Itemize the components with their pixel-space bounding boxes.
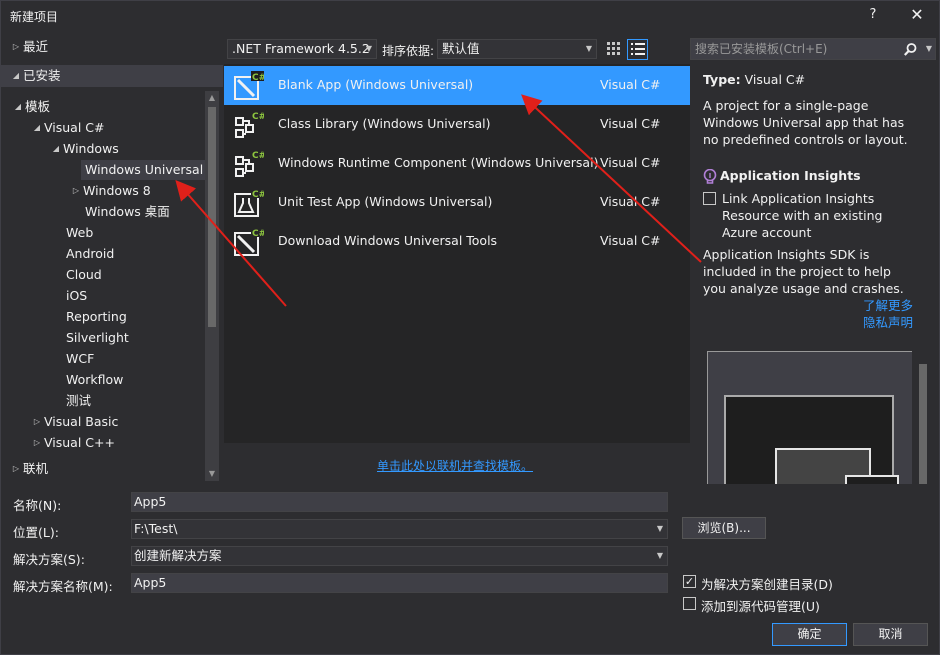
unit-test-icon: C# xyxy=(234,188,264,217)
ai-header: Application Insights xyxy=(703,167,861,185)
location-label: 位置(L): xyxy=(13,525,59,540)
template-tree: ▷ 最近 ◢ 已安装 ◢ 模板 ◢ Visual C# ◢ Windows Windows… xyxy=(1,33,223,485)
template-row-class-library[interactable]: C# Class Library (Windows Universal) Vis… xyxy=(224,105,690,144)
create-dir-label: 为解决方案创建目录(D) xyxy=(701,577,833,592)
sort-dropdown[interactable]: 默认值 ▼ xyxy=(437,39,597,59)
tree-item-templates[interactable]: ◢ 模板 xyxy=(11,97,50,117)
tree-item-windows8[interactable]: ▷ Windows 8 xyxy=(69,181,151,201)
tree-item-windows[interactable]: ◢ Windows xyxy=(49,139,119,159)
expand-arrow-icon: ▷ xyxy=(12,42,20,51)
tree-item-visual-basic[interactable]: ▷ Visual Basic xyxy=(30,412,118,432)
chevron-down-icon: ▼ xyxy=(585,44,592,53)
chevron-down-icon: ▼ xyxy=(365,44,372,53)
help-button[interactable]: ? xyxy=(859,4,887,26)
tree-item-silverlight[interactable]: Silverlight xyxy=(66,328,129,348)
lightbulb-icon xyxy=(703,168,717,184)
collapse-arrow-icon: ◢ xyxy=(14,102,22,111)
expand-arrow-icon: ▷ xyxy=(33,438,41,447)
expand-arrow-icon: ▷ xyxy=(12,464,20,473)
svg-text:C#: C# xyxy=(252,73,264,83)
name-label: 名称(N): xyxy=(13,498,62,513)
cancel-button[interactable]: 取消 xyxy=(853,623,928,646)
blank-app-icon: C# xyxy=(234,71,264,100)
dialog-title: 新建项目 xyxy=(10,10,59,24)
details-scrollbar[interactable] xyxy=(917,64,929,485)
grid-view-icon xyxy=(607,42,620,55)
title-bar: 新建项目 ? ✕ xyxy=(1,1,939,31)
tree-item-reporting[interactable]: Reporting xyxy=(66,307,127,327)
expand-arrow-icon: ▷ xyxy=(33,417,41,426)
template-row-unit-test[interactable]: C# Unit Test App (Windows Universal) Vis… xyxy=(224,183,690,222)
collapse-arrow-icon: ◢ xyxy=(52,144,60,153)
scroll-down-icon[interactable]: ▼ xyxy=(207,469,217,479)
ai-sdk-text: Application Insights SDK is included in … xyxy=(703,247,904,296)
download-tools-icon: C# xyxy=(234,227,264,256)
search-icon[interactable] xyxy=(904,40,917,63)
create-dir-checkbox[interactable]: ✓ xyxy=(683,575,696,588)
privacy-link[interactable]: 隐私声明 xyxy=(863,314,913,331)
small-icons-view-button[interactable] xyxy=(604,39,624,59)
tree-item-cloud[interactable]: Cloud xyxy=(66,265,102,285)
tree-scrollbar[interactable]: ▲ ▼ xyxy=(205,91,219,481)
details-scroll-thumb[interactable] xyxy=(919,364,927,484)
tree-item-wcf[interactable]: WCF xyxy=(66,349,94,369)
search-input[interactable]: 搜索已安装模板(Ctrl+E) ▼ xyxy=(690,38,936,60)
link-ai-checkbox[interactable] xyxy=(703,192,716,205)
template-preview xyxy=(707,351,912,484)
template-description: A project for a single-page Windows Univ… xyxy=(703,98,908,147)
chevron-down-icon: ▼ xyxy=(656,551,663,560)
name-input[interactable]: App5 xyxy=(131,492,668,512)
type-line: Type: Visual C# xyxy=(703,72,806,87)
tree-item-online[interactable]: ▷ 联机 xyxy=(9,459,48,479)
sort-label: 排序依据: xyxy=(382,44,435,58)
chevron-down-icon[interactable]: ▼ xyxy=(926,39,932,59)
template-row-download-tools[interactable]: C# Download Windows Universal Tools Visu… xyxy=(224,222,690,261)
preview-image xyxy=(724,395,899,484)
runtime-component-icon: C# xyxy=(235,149,264,177)
template-row-runtime-component[interactable]: C# Windows Runtime Component (Windows Un… xyxy=(224,144,690,183)
svg-text:C#: C# xyxy=(252,112,264,122)
tree-item-ios[interactable]: iOS xyxy=(66,286,87,306)
tree-item-windows-desktop[interactable]: Windows 桌面 xyxy=(85,202,170,222)
chevron-down-icon: ▼ xyxy=(656,524,663,533)
link-ai-label: Link Application Insights Resource with … xyxy=(722,191,883,240)
svg-text:C#: C# xyxy=(252,151,264,161)
new-project-dialog: 新建项目 ? ✕ ▷ 最近 ◢ 已安装 ◢ 模板 ◢ Visual C# ◢ Window… xyxy=(0,0,940,655)
expand-arrow-icon: ▷ xyxy=(72,186,80,195)
tree-item-web[interactable]: Web xyxy=(66,223,93,243)
collapse-arrow-icon: ◢ xyxy=(33,123,41,132)
browse-button[interactable]: 浏览(B)... xyxy=(682,517,766,539)
tree-item-installed[interactable]: ◢ 已安装 xyxy=(1,65,223,87)
location-dropdown[interactable]: F:\Test\ ▼ xyxy=(131,519,668,539)
tree-item-windows-universal[interactable]: Windows Universal xyxy=(81,160,208,180)
tree-item-visual-csharp[interactable]: ◢ Visual C# xyxy=(30,118,105,138)
class-library-icon: C# xyxy=(235,110,264,138)
solution-name-label: 解决方案名称(M): xyxy=(13,579,113,594)
template-row-blank-app[interactable]: C# Blank App (Windows Universal) Visual … xyxy=(224,66,690,105)
tree-item-test[interactable]: 测试 xyxy=(66,391,91,411)
source-control-checkbox[interactable] xyxy=(683,597,696,610)
tree-item-android[interactable]: Android xyxy=(66,244,114,264)
online-templates-link[interactable]: 单击此处以联机并查找模板。 xyxy=(377,457,533,474)
svg-text:C#: C# xyxy=(252,229,264,239)
tree-item-recent[interactable]: ▷ 最近 xyxy=(9,37,48,57)
solution-label: 解决方案(S): xyxy=(13,552,85,567)
magnifier-glyph xyxy=(904,43,917,56)
close-button[interactable]: ✕ xyxy=(903,4,931,26)
tree-item-workflow[interactable]: Workflow xyxy=(66,370,123,390)
ok-button[interactable]: 确定 xyxy=(772,623,847,646)
framework-dropdown[interactable]: .NET Framework 4.5.2 ▼ xyxy=(227,39,377,59)
learn-more-link[interactable]: 了解更多 xyxy=(863,297,913,314)
template-list: C# Blank App (Windows Universal) Visual … xyxy=(224,64,690,443)
collapse-arrow-icon: ◢ xyxy=(12,71,20,80)
solution-dropdown[interactable]: 创建新解决方案 ▼ xyxy=(131,546,668,566)
list-view-button[interactable] xyxy=(627,39,648,60)
tree-item-visual-cpp[interactable]: ▷ Visual C++ xyxy=(30,433,115,453)
list-view-icon xyxy=(630,43,645,55)
solution-name-input[interactable]: App5 xyxy=(131,573,668,593)
svg-text:C#: C# xyxy=(252,190,264,200)
scroll-up-icon[interactable]: ▲ xyxy=(207,93,217,103)
source-control-label: 添加到源代码管理(U) xyxy=(701,599,820,614)
tree-scroll-thumb[interactable] xyxy=(208,107,216,327)
